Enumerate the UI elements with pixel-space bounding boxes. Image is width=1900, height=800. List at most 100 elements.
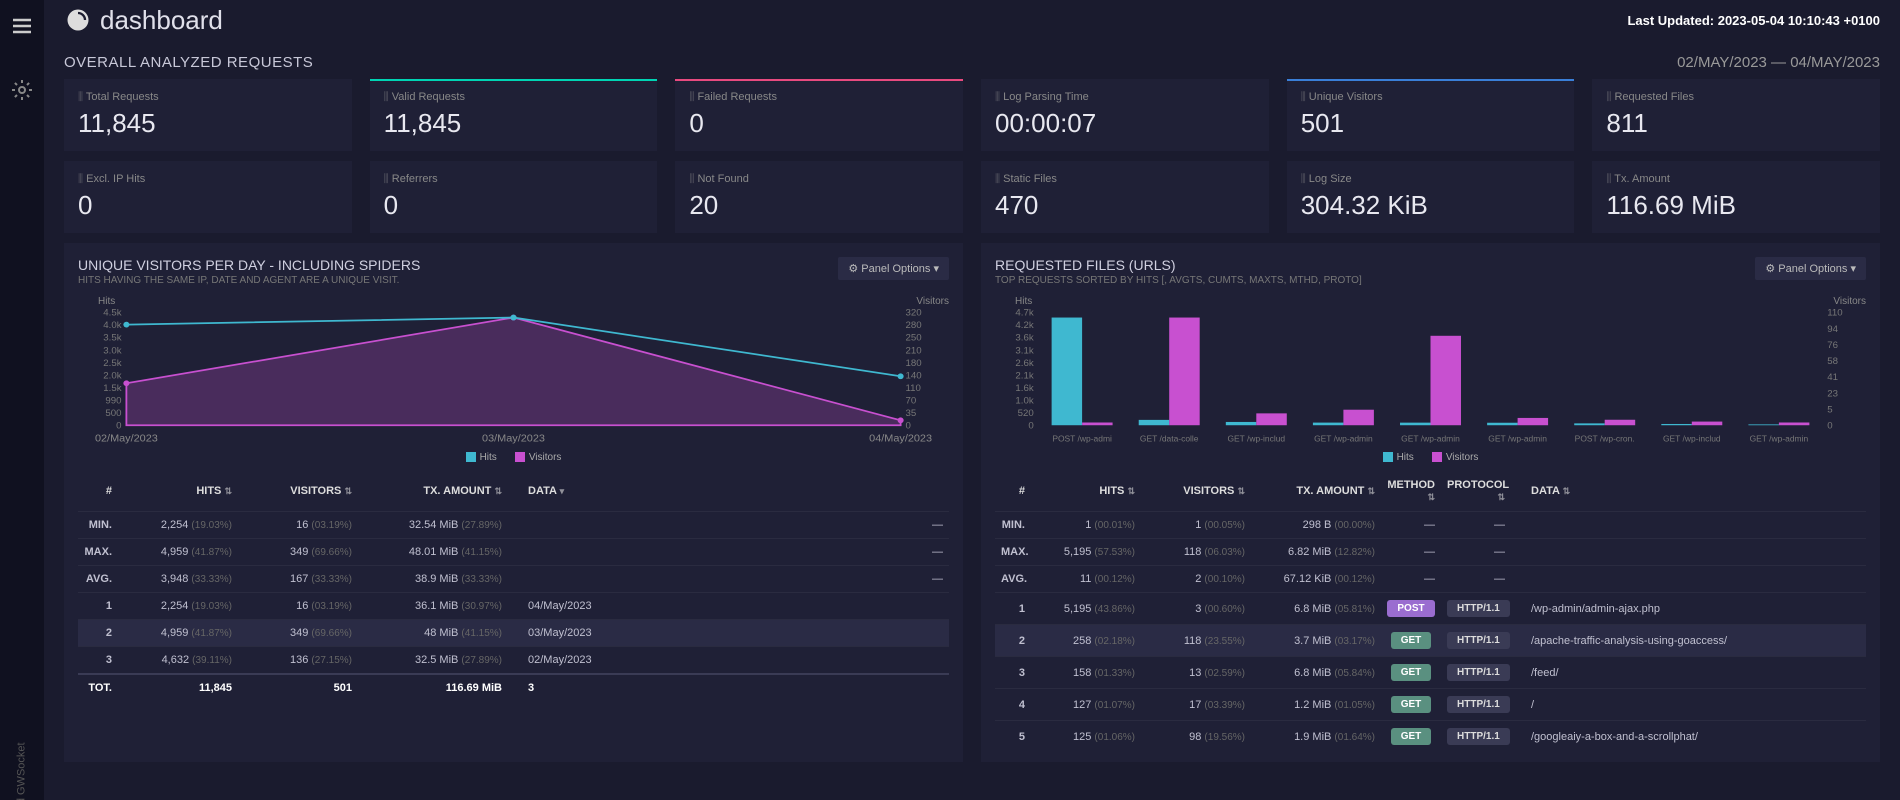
- col-header[interactable]: #: [78, 482, 118, 500]
- stat-label: ⫼ Unique Visitors: [1301, 91, 1561, 104]
- col-header[interactable]: TX. AMOUNT ⇅: [358, 482, 508, 500]
- sidebar-footer-text: 2 and GWSocket: [16, 742, 28, 800]
- panel-options-button[interactable]: ⚙ Panel Options ▾: [838, 257, 949, 280]
- svg-text:3.5k: 3.5k: [103, 333, 122, 344]
- panel-visitors: UNIQUE VISITORS PER DAY - INCLUDING SPID…: [64, 243, 963, 762]
- overall-title: OVERALL ANALYZED REQUESTS: [64, 54, 313, 71]
- date-range: 02/MAY/2023 — 04/MAY/2023: [1677, 54, 1880, 71]
- col-header[interactable]: VISITORS ⇅: [1141, 482, 1251, 500]
- stat-value: 0: [78, 190, 338, 221]
- caret-down-icon: ▾: [1850, 263, 1856, 275]
- col-header[interactable]: DATA ▾: [508, 482, 949, 500]
- svg-text:23: 23: [1827, 389, 1838, 400]
- svg-text:320: 320: [905, 308, 921, 319]
- stat-label: ⫼ Valid Requests: [384, 91, 644, 104]
- stat-card: ⫼ Unique Visitors 501: [1287, 79, 1575, 151]
- svg-text:3.1k: 3.1k: [1015, 345, 1034, 356]
- col-header[interactable]: HITS ⇅: [118, 482, 238, 500]
- svg-text:04/May/2023: 04/May/2023: [869, 433, 932, 445]
- svg-text:140: 140: [905, 371, 921, 382]
- method-badge: GET: [1391, 632, 1432, 649]
- stat-label: ⫼ Excl. IP Hits: [78, 173, 338, 186]
- panel-requests: REQUESTED FILES (URLS) TOP REQUESTS SORT…: [981, 243, 1880, 762]
- table-row[interactable]: 3158 (01.33%)13 (02.59%)6.8 MiB (05.84%)…: [995, 656, 1866, 688]
- svg-text:5: 5: [1827, 405, 1832, 416]
- stat-value: 501: [1301, 108, 1561, 139]
- col-header[interactable]: TX. AMOUNT ⇅: [1251, 482, 1381, 500]
- table-row[interactable]: 5125 (01.06%)98 (19.56%)1.9 MiB (01.64%)…: [995, 720, 1866, 752]
- stats-row-bottom: ⫼ Excl. IP Hits0⫼ Referrers0⫼ Not Found2…: [64, 161, 1880, 233]
- svg-text:110: 110: [905, 383, 920, 394]
- table-row[interactable]: 15,195 (43.86%)3 (00.60%)6.8 MiB (05.81%…: [995, 592, 1866, 624]
- svg-text:GET /wp-admin: GET /wp-admin: [1401, 435, 1460, 444]
- table-row[interactable]: 12,254 (19.03%)16 (03.19%)36.1 MiB (30.9…: [78, 592, 949, 619]
- sort-icon: ⇅: [494, 486, 502, 496]
- stat-card: ⫼ Failed Requests0: [675, 79, 963, 151]
- svg-text:0: 0: [116, 421, 121, 432]
- svg-text:GET /wp-admin: GET /wp-admin: [1314, 435, 1373, 444]
- caret-down-icon: ▾: [560, 486, 565, 496]
- header: dashboard Last Updated: 2023-05-04 10:10…: [64, 0, 1880, 40]
- gear-icon: ⚙: [848, 263, 858, 275]
- stat-label: ⫼ Static Files: [995, 173, 1255, 186]
- stat-card: ⫼ Not Found20: [675, 161, 963, 233]
- table-row[interactable]: 2258 (02.18%)118 (23.55%)3.7 MiB (03.17%…: [995, 624, 1866, 656]
- panel-options-button[interactable]: ⚙ Panel Options ▾: [1755, 257, 1866, 280]
- stat-card: ⫼ Log Size304.32 KiB: [1287, 161, 1575, 233]
- table-row[interactable]: 4127 (01.07%)17 (03.39%)1.2 MiB (01.05%)…: [995, 688, 1866, 720]
- svg-text:2.5k: 2.5k: [103, 358, 122, 369]
- svg-text:76: 76: [1827, 340, 1838, 351]
- svg-text:POST /wp-cron.: POST /wp-cron.: [1575, 435, 1635, 444]
- col-header[interactable]: PROTOCOL ⇅: [1441, 476, 1511, 506]
- svg-text:3.6k: 3.6k: [1015, 333, 1034, 344]
- stat-card: ⫼ Static Files470: [981, 161, 1269, 233]
- col-header[interactable]: #: [995, 482, 1031, 500]
- svg-text:58: 58: [1827, 356, 1838, 367]
- panel-subtitle: HITS HAVING THE SAME IP, DATE AND AGENT …: [78, 275, 420, 286]
- panel-title: REQUESTED FILES (URLS): [995, 257, 1362, 273]
- sort-icon: ⇅: [1127, 486, 1135, 496]
- table-row[interactable]: 34,632 (39.11%)136 (27.15%)32.5 MiB (27.…: [78, 646, 949, 673]
- svg-text:990: 990: [105, 396, 121, 407]
- sort-icon: ⇅: [224, 486, 232, 496]
- svg-text:GET /wp-includ: GET /wp-includ: [1663, 435, 1721, 444]
- stat-card: ⫼ Requested Files811: [1592, 79, 1880, 151]
- svg-text:0: 0: [1028, 421, 1033, 432]
- stat-value: 00:00:07: [995, 108, 1255, 139]
- requests-chart: Hits Visitors 05201.0k1.6k2.1k2.6k3.1k3.…: [995, 296, 1866, 446]
- svg-text:GET /data-colle: GET /data-colle: [1140, 435, 1199, 444]
- col-header[interactable]: HITS ⇅: [1031, 482, 1141, 500]
- svg-text:3.0k: 3.0k: [103, 345, 122, 356]
- stat-card: ⫼ Log Parsing Time 00:00:07: [981, 79, 1269, 151]
- svg-text:GET /wp-includ: GET /wp-includ: [1227, 435, 1285, 444]
- stat-value: 0: [384, 190, 644, 221]
- stat-card: ⫼ Referrers0: [370, 161, 658, 233]
- table-row[interactable]: 24,959 (41.87%)349 (69.66%)48 MiB (41.15…: [78, 619, 949, 646]
- stat-card: ⫼ Excl. IP Hits 0: [64, 161, 352, 233]
- col-header[interactable]: DATA ⇅: [1511, 482, 1866, 500]
- svg-text:2.0k: 2.0k: [103, 371, 122, 382]
- sort-icon: ⇅: [1427, 492, 1435, 502]
- svg-text:0: 0: [1827, 421, 1832, 432]
- panels: UNIQUE VISITORS PER DAY - INCLUDING SPID…: [64, 243, 1880, 762]
- svg-text:110: 110: [1827, 308, 1842, 319]
- bar-chart-icon: ⫼: [1606, 173, 1611, 185]
- table-summary-row: AVG.11 (00.12%)2 (00.10%)67.12 KiB (00.1…: [995, 565, 1866, 592]
- main: dashboard Last Updated: 2023-05-04 10:10…: [44, 0, 1900, 762]
- svg-text:70: 70: [905, 396, 916, 407]
- svg-text:500: 500: [105, 408, 121, 419]
- svg-text:41: 41: [1827, 372, 1838, 383]
- stat-value: 11,845: [384, 108, 644, 139]
- bar-chart-icon: ⫼: [384, 91, 389, 103]
- svg-text:4.7k: 4.7k: [1015, 308, 1034, 319]
- sort-icon: ⇅: [344, 486, 352, 496]
- bar-chart-icon: ⫼: [78, 173, 83, 185]
- svg-text:4.0k: 4.0k: [103, 320, 122, 331]
- sort-icon: ⇅: [1237, 486, 1245, 496]
- gear-icon[interactable]: [8, 76, 36, 104]
- hamburger-icon[interactable]: [8, 12, 36, 40]
- col-header[interactable]: METHOD ⇅: [1381, 476, 1441, 506]
- svg-text:03/May/2023: 03/May/2023: [482, 433, 545, 445]
- col-header[interactable]: VISITORS ⇅: [238, 482, 358, 500]
- stat-label: ⫼ Log Parsing Time: [995, 91, 1255, 104]
